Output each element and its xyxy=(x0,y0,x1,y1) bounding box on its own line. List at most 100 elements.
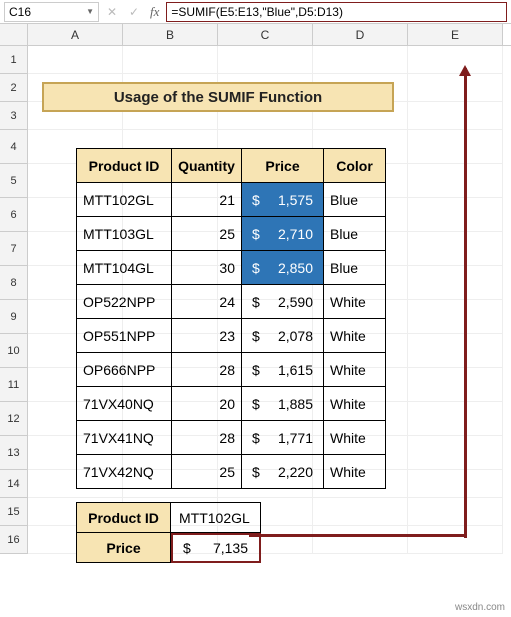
row-header[interactable]: 8 xyxy=(0,266,28,300)
row-header[interactable]: 9 xyxy=(0,300,28,334)
col-header-e[interactable]: E xyxy=(408,24,503,45)
cell[interactable] xyxy=(408,334,503,368)
cell-pid[interactable]: OP666NPP xyxy=(77,353,172,387)
cell-color[interactable]: White xyxy=(324,353,386,387)
row-header[interactable]: 6 xyxy=(0,198,28,232)
summary-price-cell[interactable]: $ 7,135 xyxy=(171,533,261,563)
row-header[interactable]: 13 xyxy=(0,436,28,470)
cell-pid[interactable]: OP522NPP xyxy=(77,285,172,319)
cancel-icon[interactable]: ✕ xyxy=(103,3,121,21)
price-value: 2,710 xyxy=(278,226,313,242)
name-box[interactable]: C16 ▼ xyxy=(4,2,99,22)
row-header[interactable]: 11 xyxy=(0,368,28,402)
cell[interactable] xyxy=(28,46,123,74)
row-header[interactable]: 12 xyxy=(0,402,28,436)
cell[interactable] xyxy=(408,300,503,334)
table-row: OP551NPP23$2,078White xyxy=(77,319,386,353)
cell-qty[interactable]: 28 xyxy=(172,353,242,387)
row-header[interactable]: 5 xyxy=(0,164,28,198)
cell-qty[interactable]: 21 xyxy=(172,183,242,217)
confirm-icon[interactable]: ✓ xyxy=(125,3,143,21)
cell-qty[interactable]: 20 xyxy=(172,387,242,421)
cell-price[interactable]: $2,710 xyxy=(242,217,324,251)
cell-color[interactable]: White xyxy=(324,421,386,455)
summary-pid-value[interactable]: MTT102GL xyxy=(171,503,261,533)
row-header[interactable]: 7 xyxy=(0,232,28,266)
cell-color[interactable]: Blue xyxy=(324,217,386,251)
cell[interactable] xyxy=(408,164,503,198)
cell[interactable] xyxy=(408,74,503,102)
cell[interactable] xyxy=(408,232,503,266)
currency-symbol: $ xyxy=(252,192,260,208)
cell-qty[interactable]: 23 xyxy=(172,319,242,353)
cell-pid[interactable]: MTT102GL xyxy=(77,183,172,217)
cell-color[interactable]: White xyxy=(324,455,386,489)
cell[interactable] xyxy=(408,368,503,402)
cell-qty[interactable]: 24 xyxy=(172,285,242,319)
cell-pid[interactable]: 71VX42NQ xyxy=(77,455,172,489)
cell-price[interactable]: $2,590 xyxy=(242,285,324,319)
cell-qty[interactable]: 25 xyxy=(172,217,242,251)
cell-price[interactable]: $2,220 xyxy=(242,455,324,489)
cell-color[interactable]: Blue xyxy=(324,183,386,217)
row-header[interactable]: 3 xyxy=(0,102,28,130)
cell[interactable] xyxy=(408,198,503,232)
cell-price[interactable]: $2,850 xyxy=(242,251,324,285)
price-value: 2,850 xyxy=(278,260,313,276)
cell-qty[interactable]: 25 xyxy=(172,455,242,489)
row-header[interactable]: 4 xyxy=(0,130,28,164)
watermark: wsxdn.com xyxy=(455,602,505,613)
cell[interactable] xyxy=(408,266,503,300)
cell[interactable] xyxy=(408,470,503,498)
col-header-a[interactable]: A xyxy=(28,24,123,45)
cell-pid[interactable]: MTT104GL xyxy=(77,251,172,285)
cell-pid[interactable]: MTT103GL xyxy=(77,217,172,251)
cell[interactable] xyxy=(408,130,503,164)
col-header-c[interactable]: C xyxy=(218,24,313,45)
cell[interactable] xyxy=(218,46,313,74)
cell[interactable] xyxy=(313,498,408,526)
row-header[interactable]: 10 xyxy=(0,334,28,368)
cell[interactable] xyxy=(408,402,503,436)
table-row: OP666NPP28$1,615White xyxy=(77,353,386,387)
table-row: MTT103GL25$2,710Blue xyxy=(77,217,386,251)
formula-bar[interactable]: =SUMIF(E5:E13,"Blue",D5:D13) xyxy=(166,2,507,22)
fx-icon[interactable]: fx xyxy=(147,4,162,20)
cell-qty[interactable]: 28 xyxy=(172,421,242,455)
cell[interactable] xyxy=(408,498,503,526)
cell[interactable] xyxy=(408,102,503,130)
cell-price[interactable]: $1,771 xyxy=(242,421,324,455)
cell-pid[interactable]: OP551NPP xyxy=(77,319,172,353)
cell-color[interactable]: White xyxy=(324,319,386,353)
select-all-corner[interactable] xyxy=(0,24,28,45)
price-value: 1,575 xyxy=(278,192,313,208)
cell-pid[interactable]: 71VX41NQ xyxy=(77,421,172,455)
price-value: 1,771 xyxy=(278,430,313,446)
row-header[interactable]: 14 xyxy=(0,470,28,498)
cell-color[interactable]: Blue xyxy=(324,251,386,285)
cell-color[interactable]: White xyxy=(324,387,386,421)
cell[interactable] xyxy=(408,46,503,74)
cell[interactable] xyxy=(408,436,503,470)
cell[interactable] xyxy=(313,46,408,74)
row-header[interactable]: 2 xyxy=(0,74,28,102)
data-table: Product ID Quantity Price Color MTT102GL… xyxy=(76,148,386,489)
cell-price[interactable]: $1,885 xyxy=(242,387,324,421)
cell[interactable] xyxy=(313,526,408,554)
table-row: 71VX40NQ20$1,885White xyxy=(77,387,386,421)
cell-price[interactable]: $2,078 xyxy=(242,319,324,353)
summary-pid-label: Product ID xyxy=(77,503,171,533)
row-header[interactable]: 15 xyxy=(0,498,28,526)
col-header-d[interactable]: D xyxy=(313,24,408,45)
cell[interactable] xyxy=(408,526,503,554)
col-header-b[interactable]: B xyxy=(123,24,218,45)
cell-price[interactable]: $1,575 xyxy=(242,183,324,217)
row-header[interactable]: 16 xyxy=(0,526,28,554)
cell-qty[interactable]: 30 xyxy=(172,251,242,285)
price-value: 2,220 xyxy=(278,464,313,480)
cell[interactable] xyxy=(123,46,218,74)
cell-color[interactable]: White xyxy=(324,285,386,319)
row-header[interactable]: 1 xyxy=(0,46,28,74)
cell-pid[interactable]: 71VX40NQ xyxy=(77,387,172,421)
cell-price[interactable]: $1,615 xyxy=(242,353,324,387)
